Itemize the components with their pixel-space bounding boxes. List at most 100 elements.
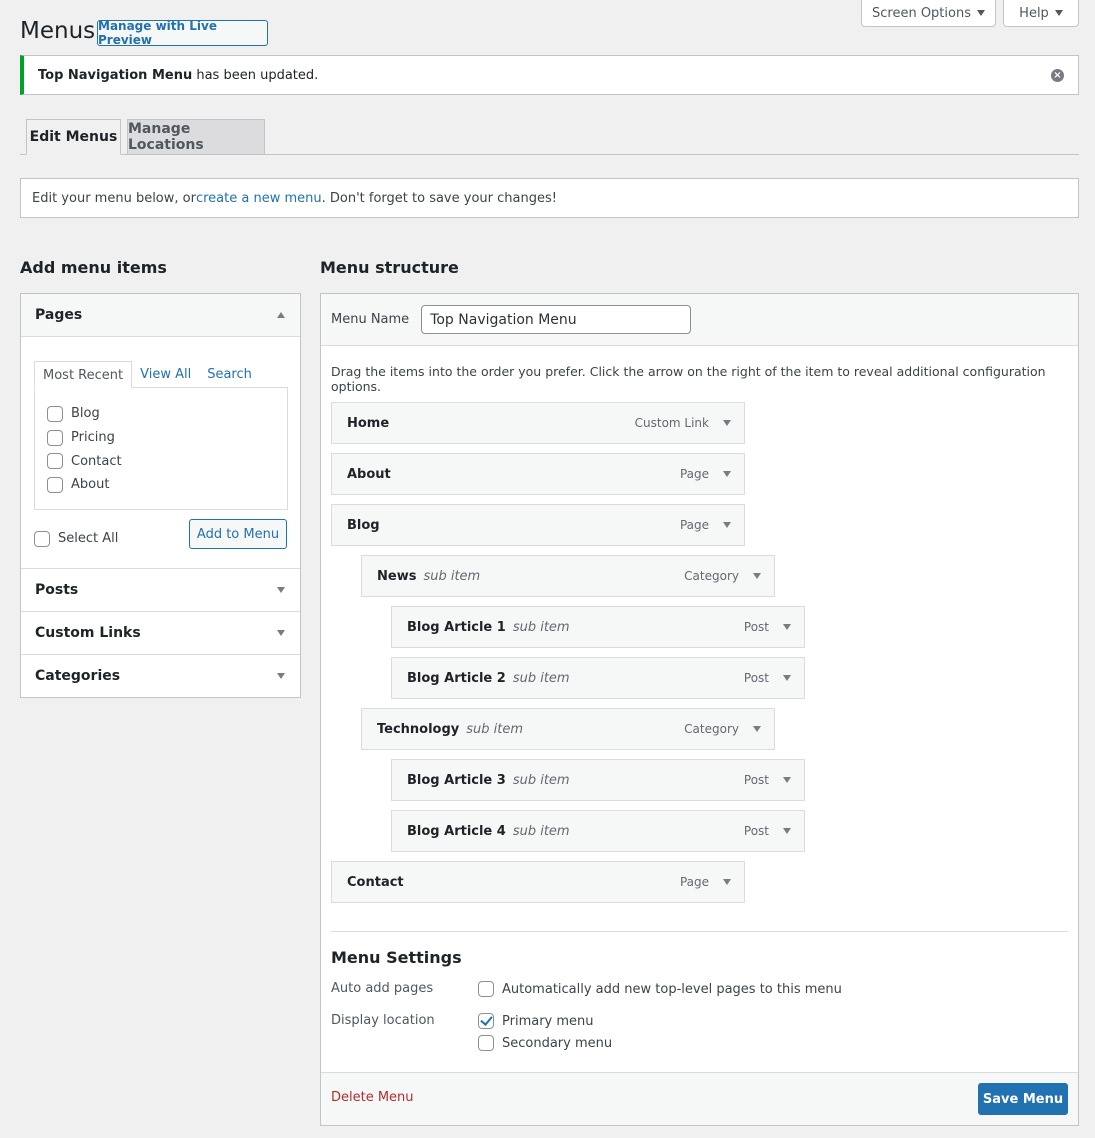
secondary-menu-checkbox[interactable]: [478, 1035, 494, 1051]
pages-tabs: Most Recent View All Search: [34, 361, 260, 388]
expand-item-arrow-icon[interactable]: [783, 675, 791, 681]
expand-item-arrow-icon[interactable]: [783, 777, 791, 783]
menu-item[interactable]: Blog Article 1 sub item Post: [391, 606, 805, 648]
checkbox[interactable]: [47, 453, 63, 470]
add-items-accordion: Pages Most Recent View All Search Blog P…: [20, 293, 301, 698]
menu-item-title: Blog Article 2: [407, 670, 506, 686]
menu-item[interactable]: Blog Article 4 sub item Post: [391, 810, 805, 852]
checkbox[interactable]: [47, 476, 63, 493]
auto-add-option-label: Automatically add new top-level pages to…: [502, 981, 842, 997]
tab-edit-menus[interactable]: Edit Menus: [26, 119, 121, 155]
page-option-label: Blog: [71, 406, 100, 422]
menu-item-sub-label: sub item: [423, 568, 481, 584]
drag-instructions: Drag the items into the order you prefer…: [331, 364, 1046, 394]
page-title: Menus: [20, 18, 96, 44]
expand-item-arrow-icon[interactable]: [783, 828, 791, 834]
save-menu-button[interactable]: Save Menu: [978, 1083, 1068, 1115]
menu-item-title: Technology: [377, 721, 460, 737]
add-to-menu-button[interactable]: Add to Menu: [189, 519, 287, 549]
menu-item-title: Blog: [347, 517, 380, 533]
notice-message: has been updated.: [192, 67, 319, 83]
menu-item[interactable]: Home Custom Link: [331, 402, 745, 444]
page-option-label: Contact: [71, 453, 122, 469]
expand-item-arrow-icon[interactable]: [723, 522, 731, 528]
auto-add-option[interactable]: Automatically add new top-level pages to…: [478, 981, 842, 997]
screen-options-label: Screen Options: [872, 5, 971, 21]
menu-item-title: Blog Article 3: [407, 772, 506, 788]
chevron-down-icon: [1054, 10, 1063, 16]
accordion-categories[interactable]: Categories: [21, 654, 300, 697]
pages-panel: Most Recent View All Search Blog Pricing…: [21, 337, 300, 568]
accordion-custom-links[interactable]: Custom Links: [21, 611, 300, 654]
menu-item-sub-label: sub item: [512, 619, 570, 635]
menu-name-input[interactable]: [421, 305, 692, 334]
menu-item[interactable]: Blog Article 2 sub item Post: [391, 657, 805, 699]
menu-item-type: Post: [743, 773, 769, 787]
menu-structure-heading: Menu structure: [320, 258, 459, 277]
expand-item-arrow-icon[interactable]: [723, 471, 731, 477]
page-option-contact[interactable]: Contact: [47, 449, 287, 473]
add-menu-items-heading: Add menu items: [20, 258, 167, 277]
location-secondary[interactable]: Secondary menu: [478, 1035, 612, 1051]
menu-item-sub-label: sub item: [466, 721, 524, 737]
menu-item[interactable]: Blog Page: [331, 504, 745, 546]
expand-item-arrow-icon[interactable]: [723, 420, 731, 426]
expand-item-arrow-icon[interactable]: [753, 573, 761, 579]
expand-arrow-icon: [277, 587, 285, 593]
create-new-menu-link[interactable]: create a new menu: [196, 191, 322, 206]
auto-add-checkbox[interactable]: [478, 981, 494, 997]
menu-footer: Delete Menu Save Menu: [321, 1072, 1078, 1125]
page-option-blog[interactable]: Blog: [47, 402, 287, 426]
tab-manage-locations[interactable]: Manage Locations: [127, 119, 265, 154]
expand-item-arrow-icon[interactable]: [783, 624, 791, 630]
expand-item-arrow-icon[interactable]: [753, 726, 761, 732]
tab-most-recent[interactable]: Most Recent: [34, 361, 133, 388]
accordion-custom-links-label: Custom Links: [35, 625, 141, 641]
select-all[interactable]: Select All: [34, 527, 118, 551]
primary-menu-checkbox[interactable]: [478, 1013, 494, 1029]
menu-item-title: Blog Article 1: [407, 619, 506, 635]
menu-item-title: About: [347, 466, 391, 482]
screen-options-button[interactable]: Screen Options: [861, 0, 996, 27]
select-all-label: Select All: [58, 531, 119, 547]
accordion-posts[interactable]: Posts: [21, 568, 300, 611]
checkbox[interactable]: [47, 405, 63, 422]
menu-item-title: Contact: [347, 874, 404, 890]
secondary-menu-label: Secondary menu: [502, 1035, 613, 1051]
menu-item-type: Post: [743, 824, 769, 838]
collapse-arrow-icon: [277, 312, 285, 318]
select-all-checkbox[interactable]: [34, 530, 50, 547]
notice-menu-name: Top Navigation Menu: [38, 67, 193, 83]
most-recent-panel: Blog Pricing Contact About: [34, 387, 288, 510]
dismiss-icon[interactable]: ×: [1051, 69, 1064, 82]
primary-menu-label: Primary menu: [502, 1013, 594, 1029]
location-primary[interactable]: Primary menu: [478, 1013, 594, 1029]
menu-item-title: Blog Article 4: [407, 823, 506, 839]
chevron-down-icon: [977, 10, 985, 16]
menu-item-type: Post: [743, 671, 769, 685]
accordion-categories-label: Categories: [35, 668, 121, 684]
menu-item[interactable]: About Page: [331, 453, 745, 495]
display-location-label: Display location: [331, 1013, 435, 1028]
tab-search[interactable]: Search: [199, 361, 260, 388]
menu-item-type: Page: [679, 875, 709, 889]
menu-item[interactable]: Technology sub item Category: [361, 708, 775, 750]
tab-view-all[interactable]: View All: [132, 361, 199, 388]
menu-header: Menu Name: [321, 294, 1078, 346]
manage-live-preview-button[interactable]: Manage with Live Preview: [97, 19, 268, 47]
menu-item[interactable]: Contact Page: [331, 861, 745, 903]
menu-structure-box: Menu Name Drag the items into the order …: [320, 293, 1079, 1126]
checkbox[interactable]: [47, 429, 63, 446]
menu-item-title: News: [377, 568, 417, 584]
page-option-about[interactable]: About: [47, 473, 287, 497]
menu-item[interactable]: News sub item Category: [361, 555, 775, 597]
menu-item-sub-label: sub item: [512, 670, 570, 686]
page-option-pricing[interactable]: Pricing: [47, 426, 287, 450]
menu-item[interactable]: Blog Article 3 sub item Post: [391, 759, 805, 801]
accordion-pages[interactable]: Pages: [21, 294, 300, 337]
delete-menu-link[interactable]: Delete Menu: [331, 1090, 414, 1105]
expand-arrow-icon: [277, 673, 285, 679]
help-button[interactable]: Help: [1003, 0, 1079, 27]
expand-item-arrow-icon[interactable]: [723, 879, 731, 885]
expand-arrow-icon: [277, 630, 285, 636]
